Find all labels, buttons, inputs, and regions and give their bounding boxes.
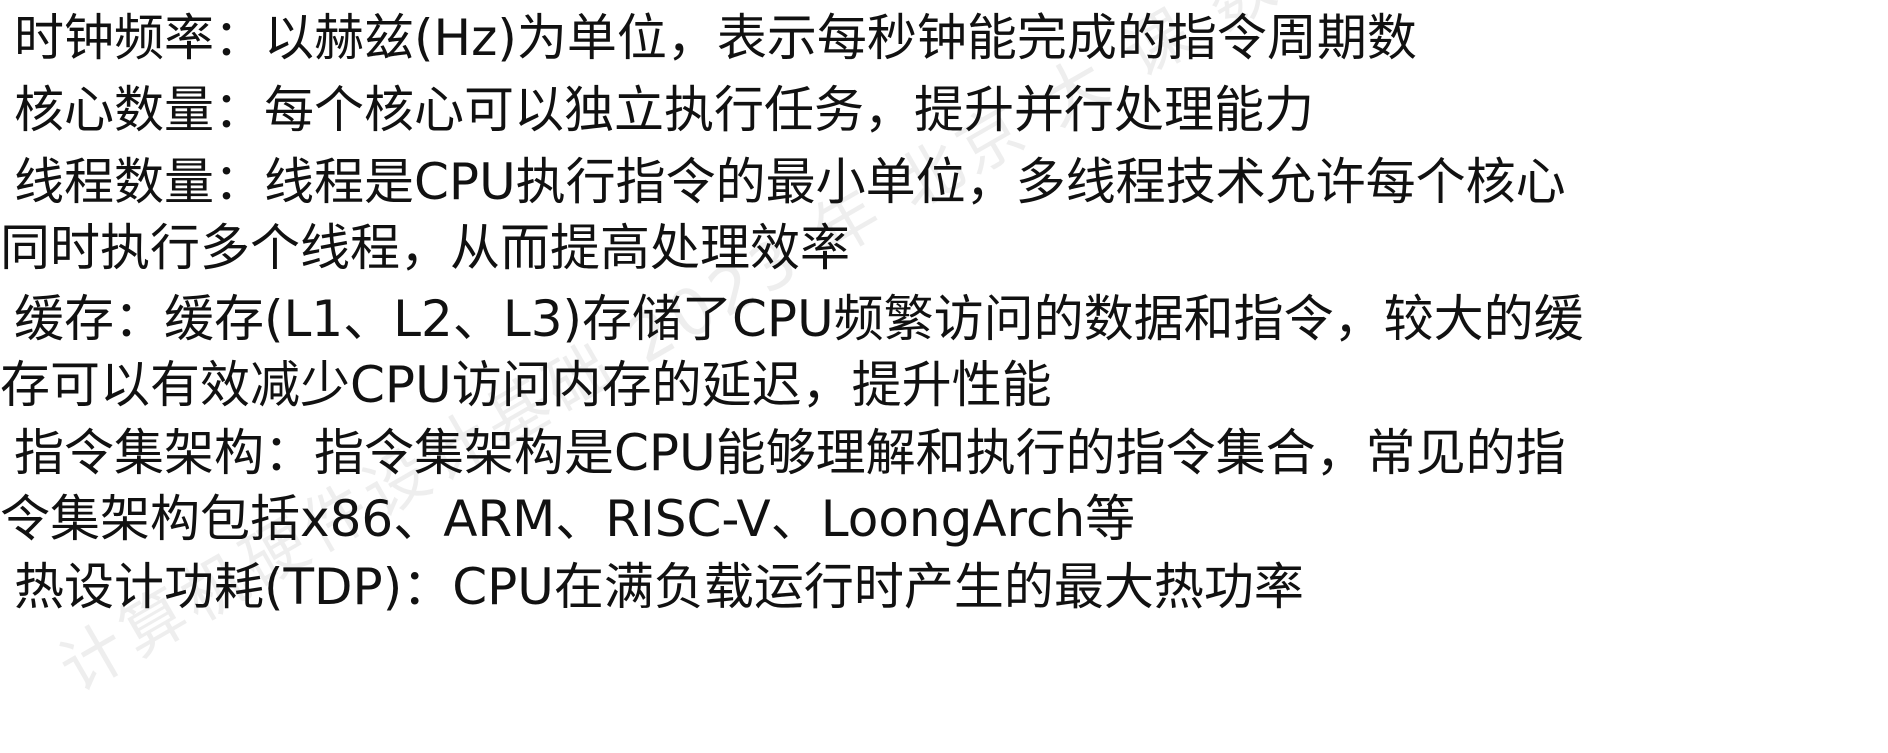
list-item-tdp: 热设计功耗(TDP)：CPU在满负载运行时产生的最大热功率: [0, 547, 1888, 627]
list-item-core-count: 核心数量：每个核心可以独立执行任务，提升并行处理能力: [0, 70, 1888, 150]
list-item-cache: 缓存：缓存(L1、L2、L3)存储了CPU频繁访问的数据和指令，较大的缓 存可以…: [0, 279, 1888, 425]
list-item-clock-frequency: 时钟频率：以赫兹(Hz)为单位，表示每秒钟能完成的指令周期数: [0, 0, 1888, 78]
list-item-thread-count: 线程数量：线程是CPU执行指令的最小单位，多线程技术允许每个核心 同时执行多个线…: [0, 142, 1888, 288]
item-text-line: 热设计功耗(TDP)：CPU在满负载运行时产生的最大热功率: [14, 558, 1304, 616]
item-text-line: 核心数量：每个核心可以独立执行任务，提升并行处理能力: [14, 81, 1314, 139]
item-text-line: 时钟频率：以赫兹(Hz)为单位，表示每秒钟能完成的指令周期数: [14, 9, 1417, 67]
document-page: 计算机硬件设计基础 2023 年 北京 大 课 数 时钟频率：以赫兹(Hz)为单…: [0, 0, 1888, 753]
list-item-isa: 指令集架构：指令集架构是CPU能够理解和执行的指令集合，常见的指 令集架构包括x…: [0, 413, 1888, 559]
